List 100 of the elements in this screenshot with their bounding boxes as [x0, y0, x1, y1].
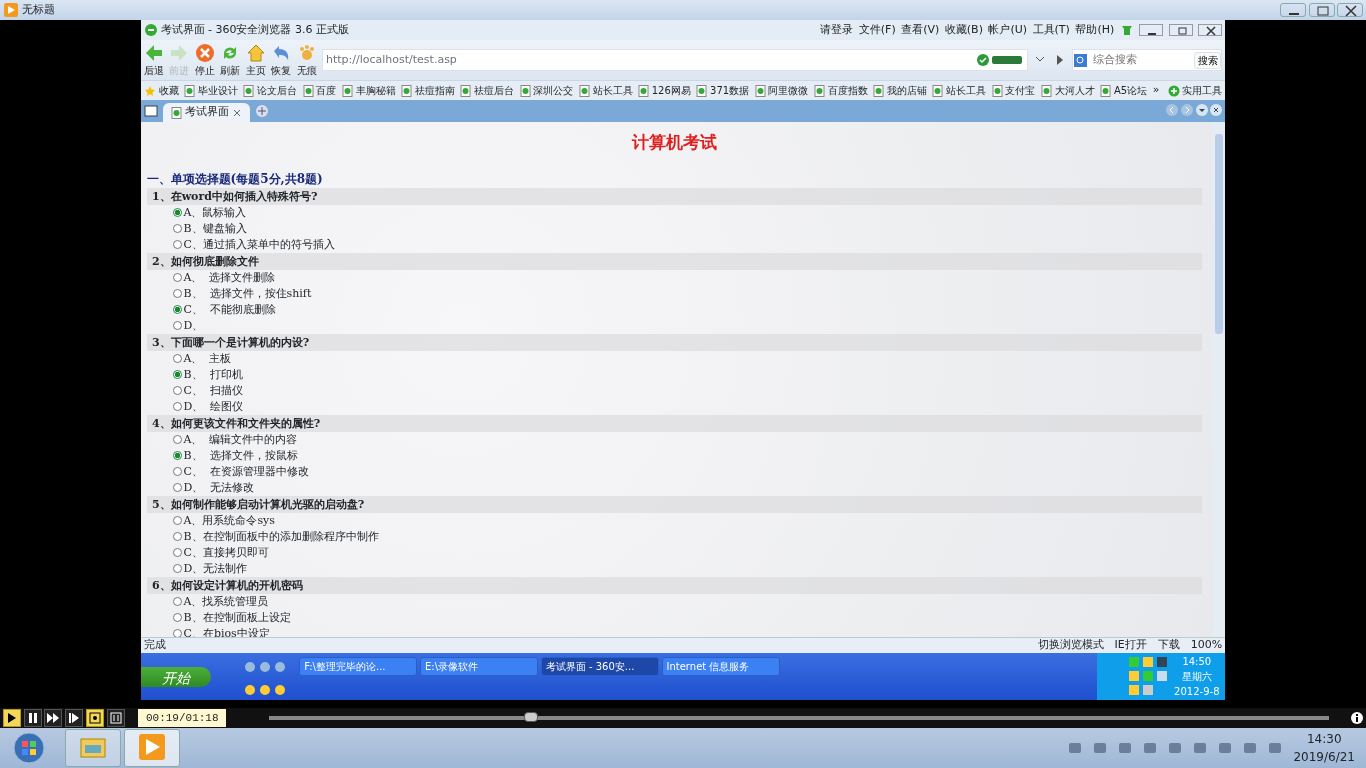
status-button[interactable]: 切换浏览模式	[1037, 637, 1104, 654]
tray-icons-drawing[interactable]	[1128, 656, 1169, 697]
close-icon[interactable]	[231, 107, 242, 118]
section-heading: 一、单项选择题(每题5分,共8题)	[146, 170, 324, 188]
start-button[interactable]: 开始	[141, 666, 211, 687]
page-title: 计算机考试	[630, 131, 718, 154]
search-button[interactable]: 搜索	[1193, 51, 1222, 69]
bookmark-link[interactable]: 祛痘后台	[460, 83, 514, 98]
bookmark-link[interactable]: 百度	[302, 83, 337, 98]
question-text: 3、下面哪一个是计算机的内设?	[146, 333, 1202, 351]
menu-item[interactable]: 帐户(U)	[988, 21, 1028, 39]
bookmark-link[interactable]: 祛痘指南	[401, 83, 455, 98]
info-icon[interactable]	[1351, 712, 1364, 724]
menu-item[interactable]: 工具(T)	[1032, 21, 1070, 39]
sidebar-icon[interactable]	[143, 104, 158, 118]
seek-slider[interactable]	[523, 712, 538, 722]
menu-item[interactable]: 查看(V)	[901, 21, 940, 39]
taskbar-button[interactable]: Internet 信息服务	[661, 657, 780, 676]
tools-menu[interactable]: 实用工具	[1167, 83, 1223, 98]
bookmark-link[interactable]: 深圳公交	[519, 83, 574, 98]
search-field[interactable]: 综合搜索 搜索	[1072, 49, 1223, 71]
radio-option[interactable]: A、用系统命令sys	[146, 512, 1202, 529]
page-icon	[184, 84, 195, 97]
radio-option[interactable]: C、通过插入菜单中的符号插入	[146, 236, 1202, 253]
minimize-icon[interactable]	[1279, 3, 1306, 17]
player-button[interactable]	[44, 709, 63, 727]
radio-option[interactable]: B、在控制面板上设定	[146, 609, 1202, 626]
stop-icon	[194, 42, 215, 63]
radio-option[interactable]: D、 绘图仪	[146, 398, 1202, 415]
close-icon[interactable]	[1210, 104, 1223, 116]
bookmark-link[interactable]: 站长工具	[932, 83, 987, 98]
bookmark-link[interactable]: 我的店铺	[873, 83, 927, 98]
radio-option[interactable]: D、 无法修改	[146, 479, 1202, 496]
radio-option[interactable]: B、 选择文件，按鼠标	[146, 447, 1202, 464]
bookmark-link[interactable]: 站长工具	[578, 83, 633, 98]
bookmark-link[interactable]: 371数据	[696, 83, 750, 98]
more-button[interactable]: »	[1152, 82, 1160, 99]
status-button[interactable]: 100%	[1190, 637, 1223, 654]
toolbar-button[interactable]: 刷新	[220, 42, 241, 78]
app-icon	[2, 2, 19, 18]
radio-option[interactable]: C、 扫描仪	[146, 382, 1202, 399]
radio-option[interactable]: A、 编辑文件中的内容	[146, 431, 1202, 448]
player-button[interactable]	[85, 709, 104, 727]
radio-option[interactable]: D、无法制作	[146, 560, 1202, 577]
status-button[interactable]: IE打开	[1114, 637, 1147, 654]
menu-item[interactable]: 请登录	[820, 21, 854, 39]
radio-option[interactable]: A、 选择文件删除	[146, 269, 1202, 286]
caret-icon[interactable]	[1195, 104, 1208, 116]
bookmark-link[interactable]: 丰胸秘籍	[341, 83, 396, 98]
plus-icon	[1167, 84, 1180, 97]
start-orb-icon[interactable]	[12, 731, 46, 765]
bookmark-link[interactable]: 论文后台	[243, 83, 297, 98]
taskbar-button[interactable]: 考试界面 - 360安...	[540, 657, 659, 676]
status-button[interactable]: 下载	[1157, 637, 1180, 654]
bookmark-link[interactable]: 大河人才	[1040, 83, 1095, 98]
browser-tab[interactable]: 考试界面	[163, 103, 250, 122]
radio-option[interactable]: A、鼠标输入	[146, 204, 1202, 221]
bookmark-link[interactable]: 支付宝	[991, 83, 1036, 98]
browser-logo-icon	[143, 23, 158, 37]
toolbar-button[interactable]: 无痕	[296, 42, 317, 78]
favorites-button[interactable]: 收藏	[143, 83, 179, 98]
toolbar-button[interactable]: 停止	[194, 42, 215, 78]
close-icon[interactable]	[1198, 24, 1223, 36]
taskbar-button[interactable]: F:\整理完毕的论...	[299, 657, 418, 676]
bookmark-link[interactable]: 阿里微微	[754, 83, 809, 98]
bookmark-link[interactable]: 百度指数	[813, 83, 868, 98]
bookmark-link[interactable]: 126网易	[638, 83, 691, 98]
radio-option[interactable]: B、 打印机	[146, 366, 1202, 383]
radio-option[interactable]: A、找系统管理员	[146, 593, 1202, 610]
clock-date: 2019/6/21	[1293, 749, 1355, 766]
address-field[interactable]: http://localhost/test.asp	[322, 49, 1028, 71]
taskbar-button[interactable]: E:\录像软件	[420, 657, 538, 676]
bookmark-link[interactable]: A5论坛	[1100, 83, 1148, 98]
player-button[interactable]	[106, 709, 125, 727]
question-text: 5、如何制作能够启动计算机光驱的启动盘?	[146, 495, 1202, 513]
question-text: 1、在word中如何插入特殊符号?	[146, 187, 1202, 205]
toolbar-button[interactable]: 恢复	[271, 42, 292, 78]
radio-option[interactable]: C、 在资源管理器中修改	[146, 463, 1202, 480]
radio-option[interactable]: A、 主板	[146, 350, 1202, 367]
radio-option[interactable]: C、 不能彻底删除	[146, 301, 1202, 318]
toolbar-button[interactable]: 主页	[245, 42, 266, 78]
radio-option[interactable]: D、	[146, 317, 1202, 334]
close-icon[interactable]	[1337, 3, 1364, 17]
menu-item[interactable]: 文件(F)	[858, 21, 896, 39]
radio-option[interactable]: B、键盘输入	[146, 220, 1202, 237]
menu-item[interactable]: 收藏(B)	[944, 21, 983, 39]
bookmark-link[interactable]: 毕业设计	[184, 83, 238, 98]
toolbar-button[interactable]: 后退	[143, 42, 164, 78]
shirt-icon[interactable]	[1119, 23, 1134, 37]
radio-option[interactable]: C、直接拷贝即可	[146, 544, 1202, 561]
radio-option[interactable]: B、 选择文件，按住shift	[146, 285, 1202, 302]
fast-forward-icon	[46, 711, 61, 725]
player-button[interactable]	[23, 709, 42, 727]
player-button[interactable]	[2, 709, 21, 727]
window-title: 考试界面 - 360安全浏览器 3.6 正式版	[160, 21, 349, 38]
radio-option[interactable]: B、在控制面板中的添加删除程序中制作	[146, 528, 1202, 545]
minimize-icon[interactable]	[1139, 24, 1164, 36]
menu-item[interactable]: 帮助(H)	[1075, 21, 1115, 39]
scrollbar[interactable]	[1213, 122, 1225, 637]
player-button[interactable]	[65, 709, 83, 727]
